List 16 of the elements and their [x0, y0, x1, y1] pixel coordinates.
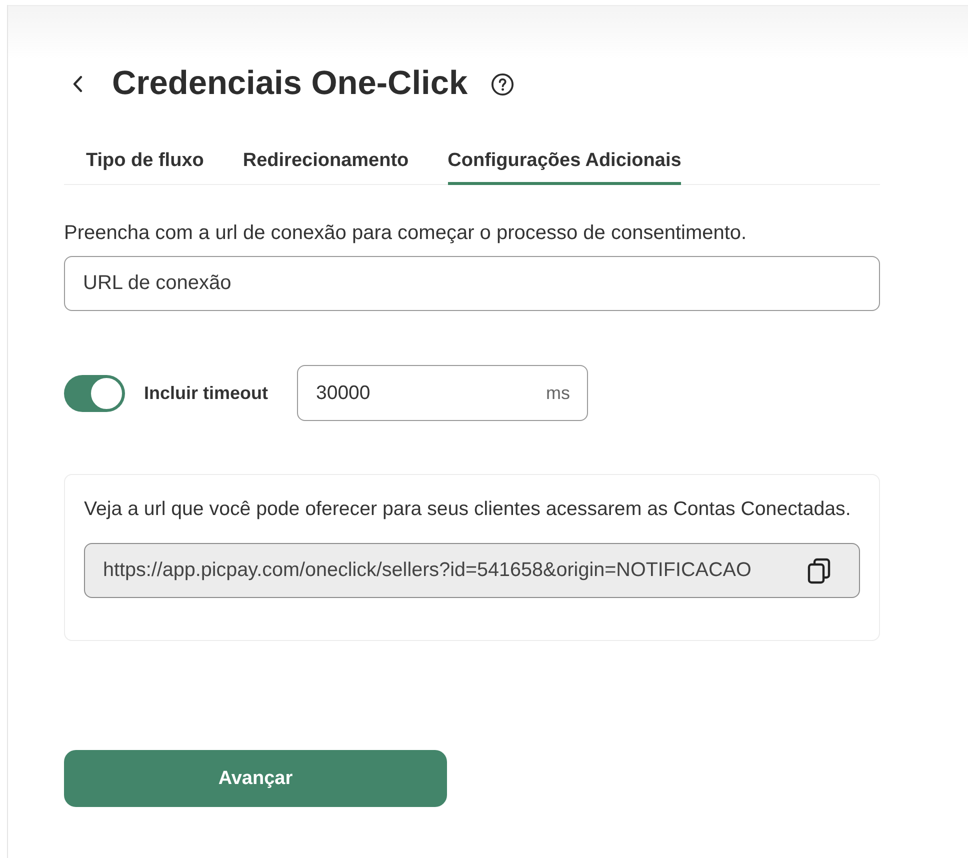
shared-url: https://app.picpay.com/oneclick/sellers?id=541658&origin=NOTIFICACAO [103, 559, 752, 582]
tab[interactable]: Redirecionamento [242, 142, 409, 185]
timeout-toggle[interactable] [64, 374, 125, 412]
url-input[interactable]: URL de conexão [64, 256, 880, 311]
next-button[interactable]: Avançar [64, 750, 447, 807]
copy-button[interactable] [807, 558, 831, 584]
tab[interactable]: Tipo de fluxo [86, 142, 204, 185]
unit-label: ms [546, 382, 570, 404]
help-icon[interactable] [490, 72, 514, 96]
instruction-text: Preencha com a url de conexão para começar o processo de consentimento. [64, 221, 748, 245]
toggle-label: Incluir timeout [144, 382, 268, 404]
tab[interactable]: Configurações Adicionais [448, 142, 682, 185]
copy-icon [807, 558, 831, 584]
page-title: Credenciais One-Click [112, 64, 468, 104]
card-description: Veja a url que você pode oferecer para seus clientes acessarem as Contas Conectadas. [84, 497, 852, 521]
chevron-left-icon [72, 75, 84, 93]
